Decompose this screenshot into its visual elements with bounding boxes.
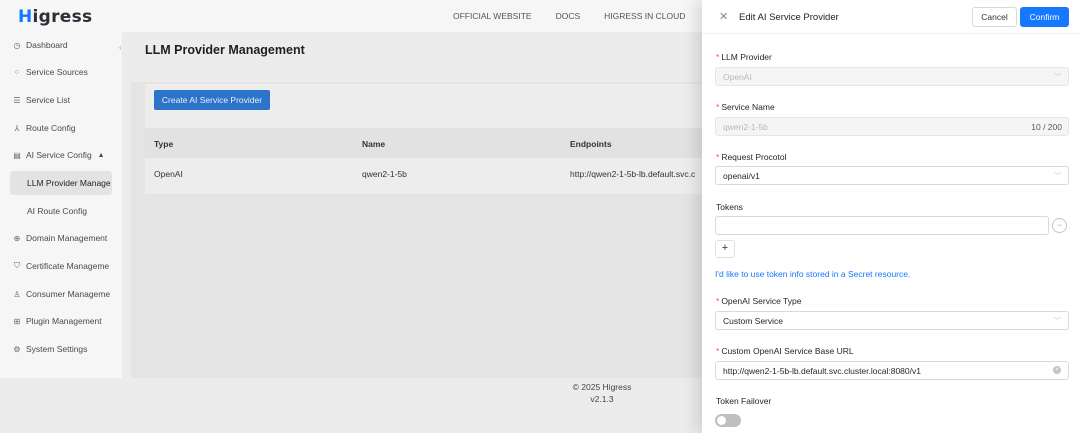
sidebar-item-service-sources[interactable]: ⁘ Service Sources [0, 60, 122, 84]
request-protocol-select[interactable]: openai/v1 ﹀ [715, 166, 1069, 185]
clear-input-icon[interactable]: × [1053, 366, 1061, 374]
chevron-down-icon: ﹀ [1054, 74, 1061, 81]
service-name-char-count: 10 / 200 [1031, 122, 1062, 132]
sidebar-item-domain-management[interactable]: ⊕ Domain Management [0, 226, 122, 250]
footer-copyright: © 2025 Higress [572, 382, 632, 392]
llm-provider-label: * LLM Provider [716, 52, 772, 62]
sidebar-item-certificate-management[interactable]: ⛉ Certificate Manageme [0, 254, 122, 278]
sidebar-item-ai-route-config[interactable]: AI Route Config [0, 199, 122, 223]
drawer-header: ✕ Edit AI Service Provider Cancel Confir… [702, 0, 1080, 34]
shield-icon: ⛉ [14, 261, 20, 270]
sidebar-item-system-settings[interactable]: ⚙ System Settings [0, 337, 122, 361]
token-input[interactable] [715, 216, 1049, 235]
sidebar-item-llm-provider[interactable]: LLM Provider Manage [10, 171, 112, 195]
service-name-input[interactable]: qwen2-1-5b 10 / 200 [715, 117, 1069, 136]
create-ai-service-provider-button[interactable]: Create AI Service Provider [154, 90, 270, 110]
higress-logo[interactable]: Higress [18, 7, 92, 27]
table-header [145, 128, 706, 158]
cell-name: qwen2-1-5b [362, 169, 407, 179]
sidebar-item-plugin-management[interactable]: ⊞ Plugin Management [0, 309, 122, 333]
edit-provider-drawer: ✕ Edit AI Service Provider Cancel Confir… [702, 0, 1080, 433]
column-header-name: Name [362, 139, 386, 149]
column-header-type: Type [154, 139, 174, 149]
token-failover-switch[interactable] [715, 414, 741, 427]
request-protocol-label: * Request Procotol [716, 152, 787, 162]
page-title: LLM Provider Management [145, 43, 305, 57]
service-type-label: * OpenAI Service Type [716, 296, 802, 306]
chevron-down-icon: ﹀ [1054, 318, 1061, 325]
llm-provider-select[interactable]: OpenAI ﹀ [715, 67, 1069, 86]
plugin-icon: ⊞ [13, 316, 21, 326]
cell-endpoints: http://qwen2-1-5b-lb.default.svc.c [570, 169, 696, 179]
sidebar-item-dashboard[interactable]: ◷ Dashboard [0, 33, 122, 57]
nav-docs[interactable]: DOCS [556, 11, 581, 21]
confirm-button[interactable]: Confirm [1020, 7, 1069, 27]
footer: © 2025 Higress v2.1.3 [541, 381, 663, 405]
base-url-input[interactable]: http://qwen2-1-5b-lb.default.svc.cluster… [715, 361, 1069, 380]
nav-official-website[interactable]: OFFICIAL WEBSITE [453, 11, 532, 21]
sidebar-item-ai-service-config[interactable]: ▤ AI Service Config ▲ [0, 143, 122, 167]
service-sources-icon: ⁘ [13, 67, 21, 77]
sidebar-item-consumer-management[interactable]: ♙ Consumer Manageme [0, 282, 122, 306]
use-secret-link[interactable]: I'd like to use token info stored in a S… [715, 269, 910, 279]
token-failover-label: Token Failover [716, 396, 772, 406]
list-icon: ☰ [13, 95, 21, 105]
sidebar-item-service-list[interactable]: ☰ Service List [0, 88, 122, 112]
chevron-up-icon: ▲ [97, 151, 105, 159]
gear-icon: ⚙ [13, 344, 21, 354]
service-type-select[interactable]: Custom Service ﹀ [715, 311, 1069, 330]
drawer-title: Edit AI Service Provider [739, 12, 839, 23]
tokens-label: Tokens [716, 202, 743, 212]
ai-service-icon: ▤ [13, 150, 21, 160]
service-name-label: * Service Name [716, 102, 775, 112]
sidebar-item-route-config[interactable]: ⅄ Route Config [0, 116, 122, 140]
top-nav: OFFICIAL WEBSITE DOCS HIGRESS IN CLOUD D… [453, 11, 742, 21]
base-url-label: * Custom OpenAI Service Base URL [716, 346, 854, 356]
user-icon: ♙ [13, 289, 21, 299]
add-token-button[interactable]: + [715, 240, 735, 258]
sidebar: ◷ Dashboard ⁘ Service Sources ☰ Service Lis… [0, 32, 122, 378]
footer-version: v2.1.3 [590, 394, 614, 404]
cancel-button[interactable]: Cancel [972, 7, 1017, 27]
chevron-down-icon: ﹀ [1054, 173, 1061, 180]
cell-type: OpenAI [154, 169, 183, 179]
nav-higress-in-cloud[interactable]: HIGRESS IN CLOUD [604, 11, 685, 21]
column-header-endpoints: Endpoints [570, 139, 612, 149]
globe-icon: ⊕ [13, 233, 21, 243]
dashboard-icon: ◷ [13, 40, 21, 50]
close-icon[interactable]: ✕ [719, 10, 728, 23]
sidebar-collapse-icon[interactable]: ‹ [119, 43, 122, 52]
route-icon: ⅄ [14, 123, 20, 133]
remove-token-icon[interactable]: − [1052, 218, 1067, 233]
